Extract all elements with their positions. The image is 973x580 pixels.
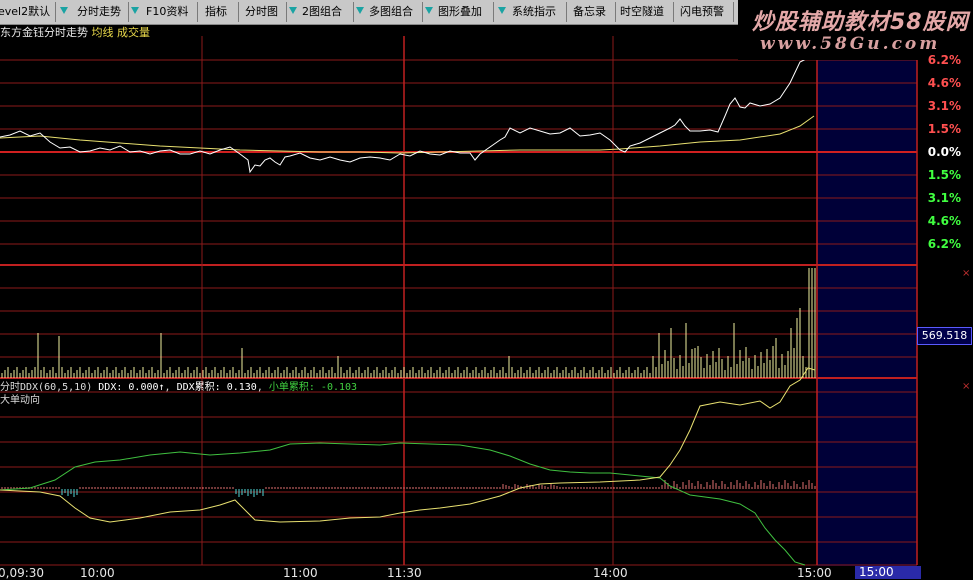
volume-readout: 569.518 [917,327,972,345]
price-scale-label: 0.0% [927,145,961,159]
price-scale-label: 3.1% [927,191,961,205]
price-scale-label: 1.5% [927,168,961,182]
ddx-bars [1,480,816,497]
brand-url: www.58Gu.com [760,34,941,54]
large-order-label: 大单动向 [0,395,40,406]
ddx-value: 0.000↑ [128,382,165,393]
price-scale-label: 6.2% [927,53,961,67]
chart-header: 东方金钰分时走势 均线 成交量 [0,24,150,40]
price-scale-label: 4.6% [927,214,961,228]
price-scale-label: 6.2% [927,237,961,251]
future-region [817,60,917,566]
stock-chart-name: 东方金钰分时走势 [0,26,88,39]
time-axis-label: 14:00 [593,566,628,580]
price-line [0,55,813,174]
ddx-cum-label: DDX累积: [176,382,221,393]
close-icon[interactable]: × [962,381,970,392]
time-axis-label: 15:00 [797,566,832,580]
brand-title: 炒股辅助教材58股网 [752,10,969,35]
time-axis-label: 11:00 [283,566,318,580]
current-time-box: 15:00 [855,566,921,579]
price-scale-label: 3.1% [927,99,961,113]
ddx-cum-value: 0.130 [226,382,257,393]
volume-bars [1,268,816,378]
time-axis-label: 10:00 [80,566,115,580]
ddx-label: DDX: [98,382,123,393]
price-scale-label: 1.5% [927,122,961,136]
time-axis-label: 0,09:30 [0,566,45,580]
ddx-indicator-header: 分时DDX(60,5,10) DDX: 0.000↑, DDX累积: 0.130… [0,382,358,393]
green-trend-line [0,442,806,566]
time-axis-label: 11:30 [387,566,422,580]
avg-line-label: 均线 [91,26,114,39]
volume-label: 成交量 [117,26,150,39]
price-scale-label: 4.6% [927,76,961,90]
small-cum-value: -0.103 [320,382,358,393]
intraday-chart [0,36,918,566]
close-icon[interactable]: × [962,268,970,279]
small-cum-label: 小单累积: [268,382,315,393]
